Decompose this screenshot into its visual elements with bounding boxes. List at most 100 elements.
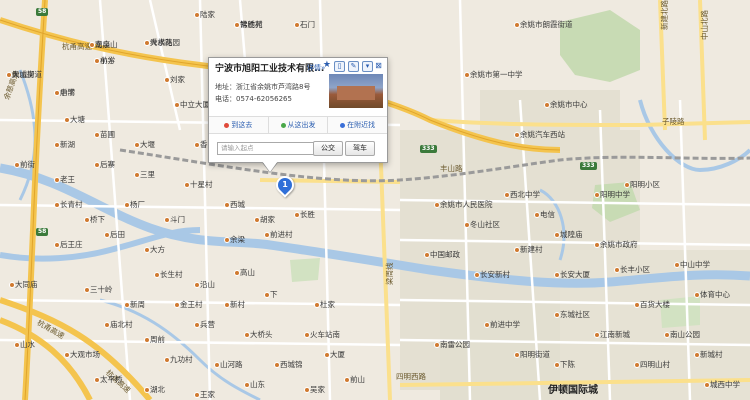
poi-dot-icon[interactable] (594, 192, 600, 198)
poi-dot-icon[interactable] (674, 262, 680, 268)
poi-dot-icon[interactable] (134, 142, 140, 148)
poi-dot-icon[interactable] (154, 272, 160, 278)
poi-dot-icon[interactable] (194, 142, 200, 148)
poi-dot-icon[interactable] (54, 177, 60, 183)
poi-dot-icon[interactable] (214, 362, 220, 368)
tab-search-nearby[interactable]: 在附近找 (328, 117, 387, 133)
start-point-input[interactable]: 请输入起点 (217, 142, 314, 155)
poi-dot-icon[interactable] (184, 182, 190, 188)
poi-dot-icon[interactable] (424, 252, 430, 258)
poi-dot-icon[interactable] (544, 102, 550, 108)
drive-button[interactable]: 驾车 (345, 141, 375, 156)
poi-dot-icon[interactable] (144, 387, 150, 393)
poi-dot-icon[interactable] (294, 212, 300, 218)
poi-dot-icon[interactable] (464, 72, 470, 78)
poi-dot-icon[interactable] (194, 392, 200, 398)
poi-dot-icon[interactable] (664, 332, 670, 338)
poi-dot-icon[interactable] (594, 242, 600, 248)
poi-dot-icon[interactable] (304, 387, 310, 393)
poi-dot-icon[interactable] (554, 362, 560, 368)
poi-dot-icon[interactable] (344, 377, 350, 383)
poi-dot-icon[interactable] (294, 22, 300, 28)
poi-dot-icon[interactable] (164, 77, 170, 83)
star-icon[interactable]: ★ (323, 61, 331, 72)
tab-go-here[interactable]: 到这去 (209, 117, 269, 133)
poi-dot-icon[interactable] (614, 267, 620, 273)
poi-dot-icon[interactable] (244, 382, 250, 388)
poi-dot-icon[interactable] (84, 217, 90, 223)
poi-dot-icon[interactable] (134, 172, 140, 178)
poi-dot-icon[interactable] (94, 132, 100, 138)
poi-dot-icon[interactable] (234, 270, 240, 276)
phone-icon[interactable]: ▯ (334, 61, 345, 72)
poi-dot-icon[interactable] (124, 302, 130, 308)
poi-dot-icon[interactable] (484, 322, 490, 328)
poi-dot-icon[interactable] (264, 232, 270, 238)
poi-dot-icon[interactable] (254, 217, 260, 223)
poi-dot-icon[interactable] (624, 182, 630, 188)
poi-dot-icon[interactable] (324, 352, 330, 358)
poi-dot-icon[interactable] (6, 72, 12, 78)
poi-dot-icon[interactable] (194, 322, 200, 328)
poi-dot-icon[interactable] (464, 222, 470, 228)
poi-dot-icon[interactable] (144, 337, 150, 343)
poi-dot-icon[interactable] (64, 352, 70, 358)
poi-dot-icon[interactable] (704, 382, 710, 388)
poi-dot-icon[interactable] (84, 287, 90, 293)
poi-dot-icon[interactable] (104, 322, 110, 328)
poi-dot-icon[interactable] (94, 58, 100, 64)
poi-dot-icon[interactable] (144, 40, 150, 46)
poi-dot-icon[interactable] (554, 312, 560, 318)
poi-dot-icon[interactable] (514, 132, 520, 138)
poi-dot-icon[interactable] (94, 377, 100, 383)
poi-dot-icon[interactable] (164, 217, 170, 223)
poi-dot-icon[interactable] (174, 302, 180, 308)
poi-dot-icon[interactable] (694, 352, 700, 358)
close-icon[interactable]: ⊠ (374, 61, 383, 70)
poi-dot-icon[interactable] (304, 332, 310, 338)
poi-dot-icon[interactable] (314, 302, 320, 308)
tab-start-here[interactable]: 从这出发 (269, 117, 329, 133)
poi-dot-icon[interactable] (64, 117, 70, 123)
poi-dot-icon[interactable] (274, 362, 280, 368)
poi-dot-icon[interactable] (534, 212, 540, 218)
poi-dot-icon[interactable] (54, 142, 60, 148)
poi-dot-icon[interactable] (54, 90, 60, 96)
bus-button[interactable]: 公交 (313, 141, 343, 156)
edit-icon[interactable]: ✎ (348, 61, 359, 72)
poi-dot-icon[interactable] (224, 202, 230, 208)
poi-dot-icon[interactable] (514, 352, 520, 358)
poi-dot-icon[interactable] (164, 357, 170, 363)
poi-dot-icon[interactable] (194, 282, 200, 288)
poi-dot-icon[interactable] (194, 12, 200, 18)
poi-dot-icon[interactable] (14, 342, 20, 348)
poi-dot-icon[interactable] (434, 202, 440, 208)
poi-dot-icon[interactable] (694, 292, 700, 298)
poi-dot-icon[interactable] (554, 272, 560, 278)
poi-dot-icon[interactable] (434, 342, 440, 348)
dropdown-icon[interactable]: ▾ (362, 61, 373, 72)
poi-dot-icon[interactable] (124, 202, 130, 208)
poi-dot-icon[interactable] (264, 292, 270, 298)
poi-dot-icon[interactable] (14, 162, 20, 168)
poi-dot-icon[interactable] (9, 282, 15, 288)
poi-dot-icon[interactable] (504, 192, 510, 198)
poi-dot-icon[interactable] (174, 102, 180, 108)
poi-dot-icon[interactable] (474, 272, 480, 278)
poi-dot-icon[interactable] (224, 237, 230, 243)
poi-dot-icon[interactable] (234, 22, 240, 28)
poi-dot-icon[interactable] (244, 332, 250, 338)
place-photo[interactable] (329, 74, 383, 108)
poi-dot-icon[interactable] (224, 302, 230, 308)
poi-dot-icon[interactable] (634, 362, 640, 368)
poi-dot-icon[interactable] (54, 202, 60, 208)
poi-dot-icon[interactable] (104, 232, 110, 238)
poi-dot-icon[interactable] (514, 247, 520, 253)
poi-dot-icon[interactable] (144, 247, 150, 253)
map-canvas[interactable]: 杭甬高速 余慈高速 新建北路 中山北路 子陵路 梁周线 四明西路 丰山路 杭甬高… (0, 0, 750, 400)
poi-dot-icon[interactable] (554, 232, 560, 238)
poi-dot-icon[interactable] (54, 242, 60, 248)
poi-dot-icon[interactable] (89, 42, 95, 48)
poi-dot-icon[interactable] (94, 162, 100, 168)
poi-dot-icon[interactable] (514, 22, 520, 28)
